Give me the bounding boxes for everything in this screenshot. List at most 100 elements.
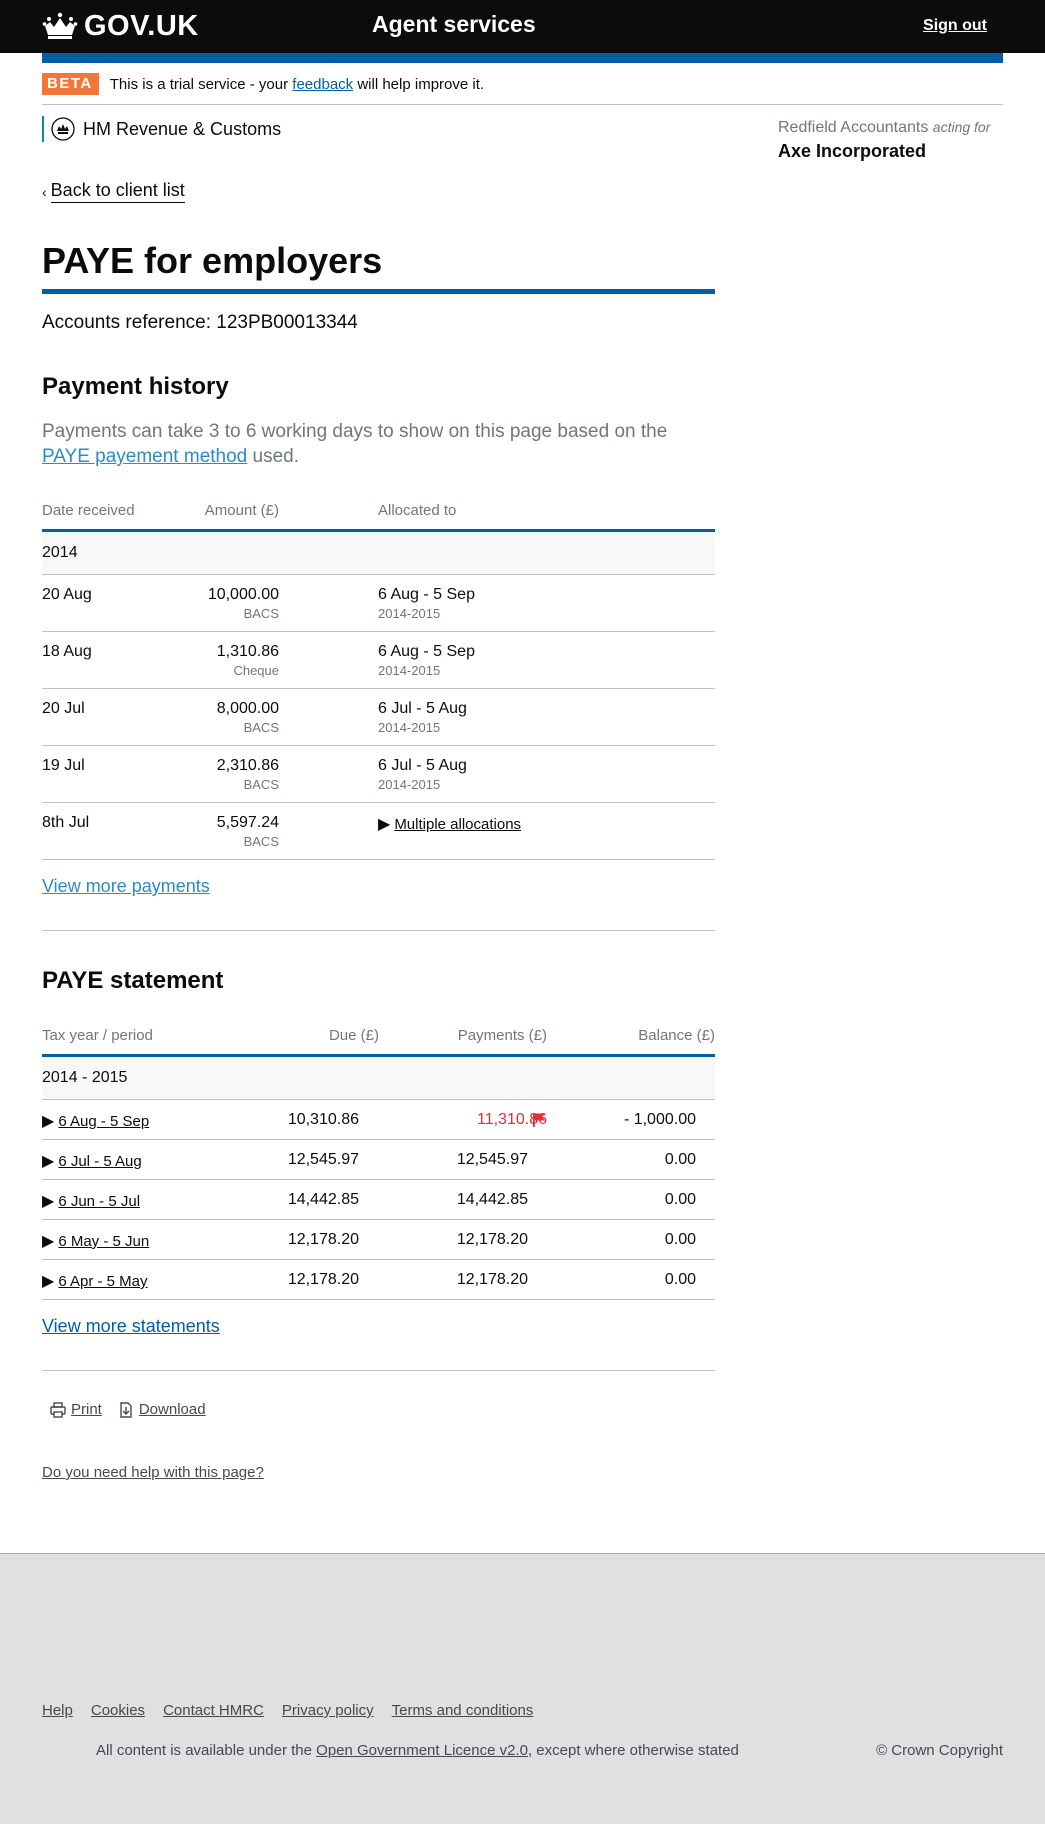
payment-amount: 5,597.24 <box>216 814 279 831</box>
period-link[interactable]: 6 Apr - 5 May <box>58 1273 147 1290</box>
beta-text-after: will help improve it. <box>357 75 485 93</box>
view-more-statements-link[interactable]: View more statements <box>42 1316 220 1337</box>
payment-year-row: 2014 <box>42 532 715 575</box>
govuk-logo[interactable]: GOV.UK <box>42 10 199 42</box>
hmrc-crest-icon <box>51 117 75 141</box>
account-info: Redfield Accountants acting for Axe Inco… <box>778 119 990 162</box>
balance-amount: 0.00 <box>664 1271 696 1288</box>
allocated-year: 2014-2015 <box>378 777 441 792</box>
service-name[interactable]: Agent services <box>372 11 536 38</box>
footer-link-privacy-policy[interactable]: Privacy policy <box>282 1702 374 1719</box>
chevron-left-icon: ‹ <box>42 183 47 200</box>
licence-text-before: All content is available under the <box>96 1742 312 1759</box>
period-link[interactable]: 6 Jun - 5 Jul <box>58 1193 140 1210</box>
section-divider <box>42 1370 715 1371</box>
period-toggle[interactable]: ▶ 6 Jul - 5 Aug <box>42 1151 142 1171</box>
col-date-received: Date received <box>42 502 135 519</box>
footer-link-cookies[interactable]: Cookies <box>91 1702 145 1719</box>
table-row: 18 Aug 1,310.86 Cheque 6 Aug - 5 Sep 201… <box>42 632 715 689</box>
view-more-payments-link[interactable]: View more payments <box>42 876 210 897</box>
triangle-right-icon: ▶ <box>42 1193 55 1210</box>
col-balance: Balance (£) <box>638 1027 715 1044</box>
allocated-year: 2014-2015 <box>378 663 441 678</box>
multiple-allocations-link[interactable]: Multiple allocations <box>394 816 521 833</box>
period-toggle[interactable]: ▶ 6 Aug - 5 Sep <box>42 1111 149 1131</box>
print-link[interactable]: Print <box>71 1401 102 1418</box>
crown-copyright-link[interactable]: © Crown Copyright <box>876 1742 1003 1759</box>
page-title: PAYE for employers <box>42 240 383 281</box>
licence-text-after: , except where otherwise stated <box>527 1742 739 1759</box>
table-row: 8th Jul 5,597.24 BACS ▶ Multiple allocati… <box>42 803 715 860</box>
ogl-licence-link[interactable]: Open Government Licence v2.0 <box>316 1742 528 1759</box>
payment-amount: 10,000.00 <box>207 586 279 603</box>
paye-statement-heading: PAYE statement <box>42 967 224 994</box>
payment-date: 19 Jul <box>42 757 85 774</box>
payments-amount: 12,178.20 <box>456 1271 528 1288</box>
due-amount: 12,178.20 <box>287 1271 359 1288</box>
agent-name: Redfield Accountants <box>778 119 929 136</box>
paye-payment-method-link[interactable]: PAYE payement method <box>42 446 247 467</box>
payment-method: BACS <box>243 834 279 849</box>
payments-amount: 14,442.85 <box>456 1191 528 1208</box>
payment-method: Cheque <box>233 663 279 678</box>
footer-link-help[interactable]: Help <box>42 1702 73 1719</box>
payment-date: 20 Jul <box>42 700 85 717</box>
triangle-right-icon: ▶ <box>42 1153 55 1170</box>
paye-statement-table: Tax year / period Due (£) Payments (£) B… <box>42 1017 715 1300</box>
intro-text-before: Payments can take 3 to 6 working days to… <box>42 421 668 442</box>
statement-tax-year: 2014 - 2015 <box>42 1069 128 1086</box>
logo-text: GOV.UK <box>84 9 199 42</box>
footer-link-terms[interactable]: Terms and conditions <box>392 1702 534 1719</box>
intro-text-after: used. <box>252 446 300 467</box>
payment-history-intro: Payments can take 3 to 6 working days to… <box>42 419 715 469</box>
allocated-period: 6 Jul - 5 Aug <box>378 757 467 774</box>
period-toggle[interactable]: ▶ 6 Jun - 5 Jul <box>42 1191 140 1211</box>
multiple-allocations-toggle[interactable]: ▶ Multiple allocations <box>378 814 521 834</box>
col-due: Due (£) <box>328 1027 379 1044</box>
download-icon[interactable] <box>118 1401 134 1418</box>
payment-year: 2014 <box>42 544 78 561</box>
footer-links: Help Cookies Contact HMRC Privacy policy… <box>42 1702 551 1719</box>
payment-date: 20 Aug <box>42 586 92 603</box>
feedback-link[interactable]: feedback <box>292 76 353 93</box>
client-name: Axe Incorporated <box>778 141 927 161</box>
triangle-right-icon: ▶ <box>42 1273 55 1290</box>
payment-amount: 2,310.86 <box>216 757 279 774</box>
payment-method: BACS <box>243 606 279 621</box>
table-row: ▶ 6 May - 5 Jun 12,178.20 12,178.20 0.00 <box>42 1220 715 1260</box>
period-link[interactable]: 6 Aug - 5 Sep <box>58 1113 149 1130</box>
allocated-period: 6 Aug - 5 Sep <box>378 643 475 660</box>
balance-amount: 0.00 <box>664 1191 696 1208</box>
flag-icon <box>533 1113 545 1127</box>
due-amount: 12,545.97 <box>287 1151 359 1168</box>
payment-date: 8th Jul <box>42 814 90 831</box>
payment-method: BACS <box>243 777 279 792</box>
period-toggle[interactable]: ▶ 6 Apr - 5 May <box>42 1271 148 1291</box>
table-row: ▶ 6 Apr - 5 May 12,178.20 12,178.20 0.00 <box>42 1260 715 1300</box>
page-actions: Print Download <box>50 1401 222 1418</box>
back-link[interactable]: ‹ Back to client list <box>42 180 185 203</box>
printer-icon[interactable] <box>50 1401 66 1418</box>
sign-out-link[interactable]: Sign out <box>923 17 987 35</box>
licence-statement: All content is available under the Open … <box>96 1742 739 1759</box>
allocated-year: 2014-2015 <box>378 720 441 735</box>
title-underline <box>42 289 715 294</box>
help-with-page-link[interactable]: Do you need help with this page? <box>42 1464 264 1481</box>
due-amount: 14,442.85 <box>287 1191 359 1208</box>
col-allocated-to: Allocated to <box>378 502 457 519</box>
allocated-year: 2014-2015 <box>378 606 441 621</box>
due-amount: 12,178.20 <box>287 1231 359 1248</box>
period-toggle[interactable]: ▶ 6 May - 5 Jun <box>42 1231 149 1251</box>
acting-for-label: acting for <box>932 119 991 135</box>
beta-text-before: This is a trial service - your <box>109 75 289 93</box>
period-link[interactable]: 6 Jul - 5 Aug <box>58 1153 141 1170</box>
balance-amount: 0.00 <box>664 1151 696 1168</box>
table-row: ▶ 6 Aug - 5 Sep 10,310.86 11,310.86 - 1,0… <box>42 1100 715 1140</box>
crown-icon <box>42 12 78 39</box>
accounts-reference: Accounts reference: 123PB00013344 <box>42 312 358 333</box>
footer-link-contact-hmrc[interactable]: Contact HMRC <box>163 1702 264 1719</box>
download-link[interactable]: Download <box>139 1401 206 1418</box>
period-link[interactable]: 6 May - 5 Jun <box>58 1233 149 1250</box>
hmrc-organisation: HM Revenue & Customs <box>42 116 281 142</box>
table-row: 20 Aug 10,000.00 BACS 6 Aug - 5 Sep 2014… <box>42 575 715 632</box>
